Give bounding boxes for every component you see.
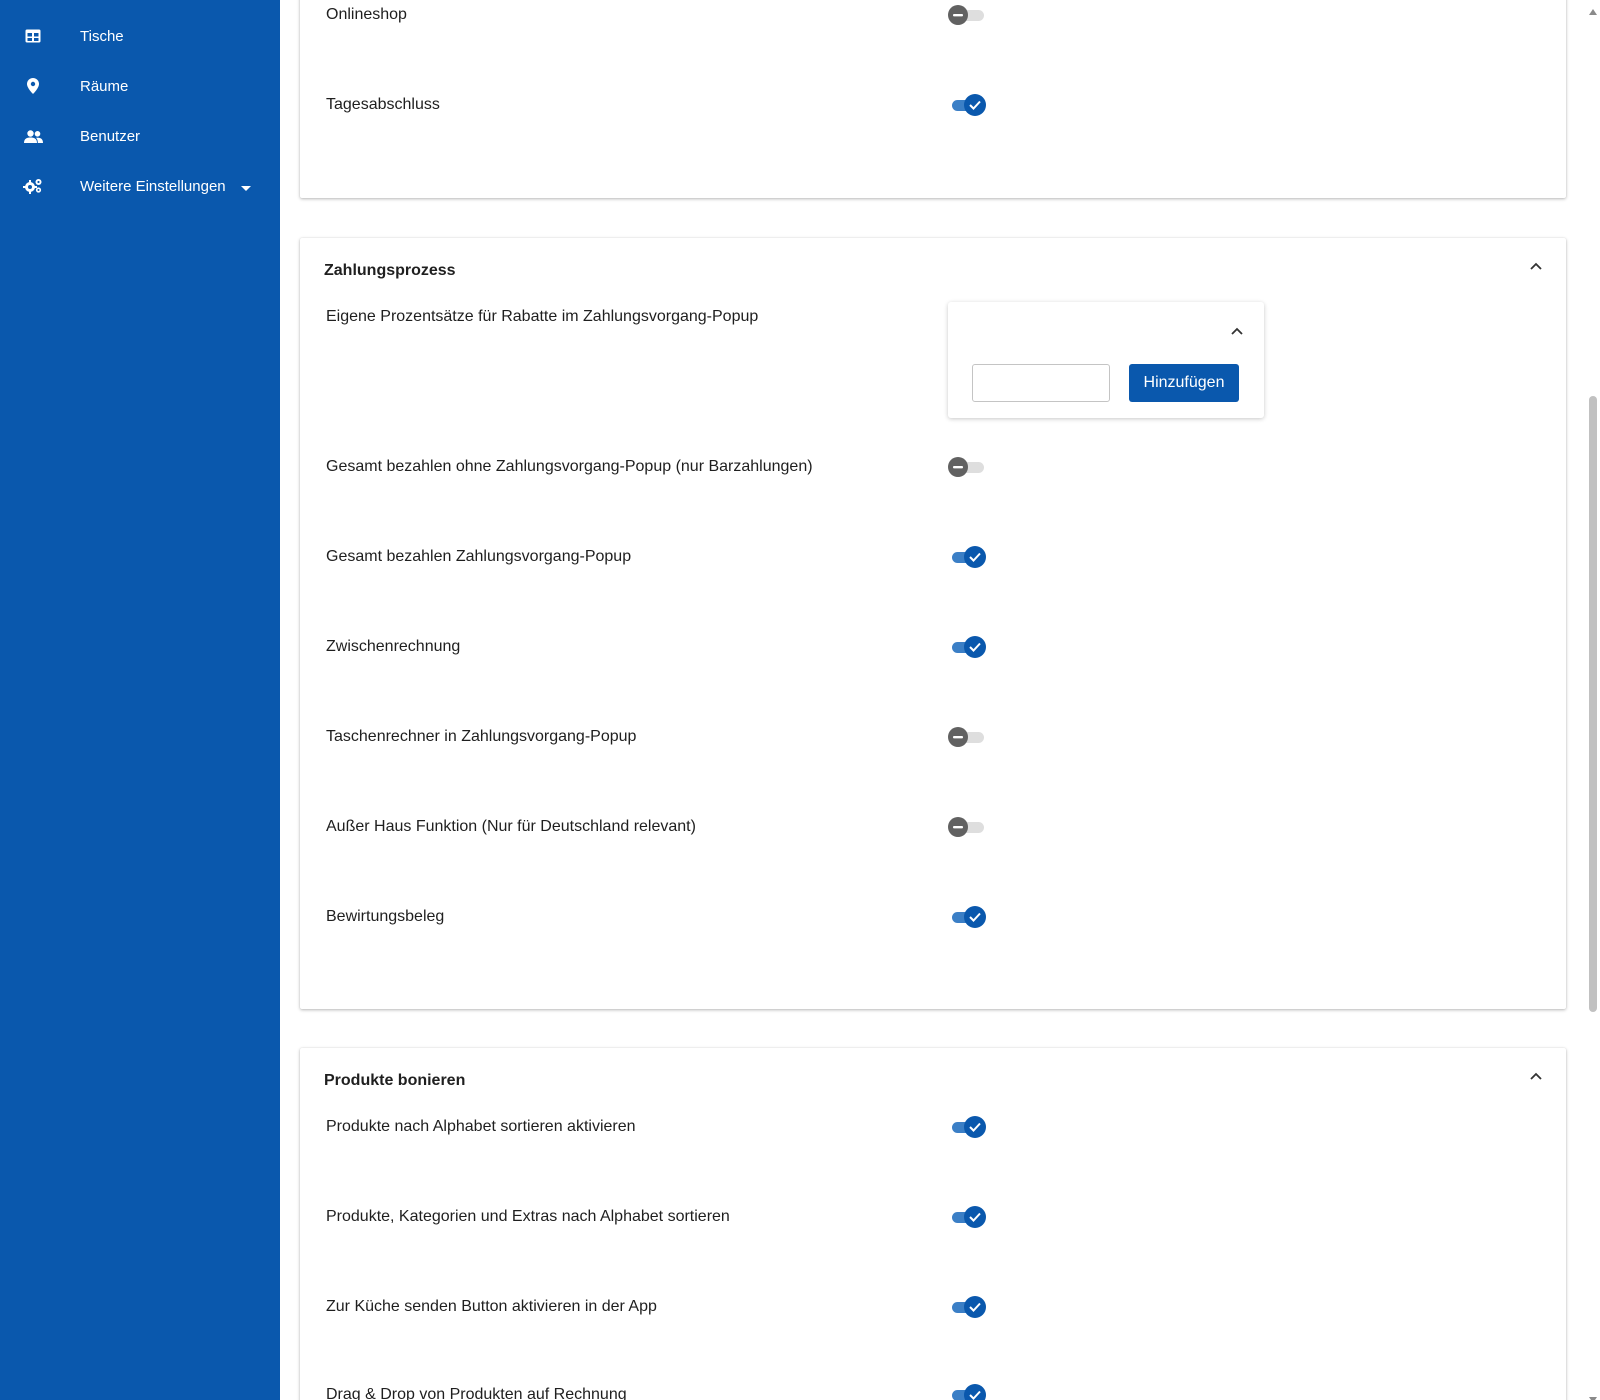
setting-label: Drag & Drop von Produkten auf Rechnung [326, 1386, 627, 1400]
checkmark-icon [964, 94, 986, 116]
discount-percentage-input[interactable] [972, 364, 1110, 402]
toggle-tagesabschluss[interactable] [948, 94, 986, 116]
settings-card-payment: Zahlungsprozess Eigene Prozentsätze für … [300, 238, 1566, 1009]
users-icon [22, 125, 44, 147]
toggle-send-to-kitchen[interactable] [948, 1296, 986, 1318]
toggle-sort-all-alpha[interactable] [948, 1206, 986, 1228]
checkmark-icon [964, 1296, 986, 1318]
toggle-take-away[interactable] [948, 816, 986, 838]
toggle-off-icon [948, 5, 968, 25]
setting-label: Produkte nach Alphabet sortieren aktivie… [326, 1118, 636, 1135]
toggle-off-icon [948, 727, 968, 747]
toggle-hospitality-receipt[interactable] [948, 906, 986, 928]
sidebar-item-label: Weitere Einstellungen [80, 177, 226, 195]
collapse-chevron-up-icon[interactable] [1526, 1066, 1546, 1086]
toggle-pay-without-popup[interactable] [948, 456, 986, 478]
checkmark-icon [964, 636, 986, 658]
setting-label: Bewirtungsbeleg [326, 908, 445, 925]
collapse-chevron-up-icon[interactable] [1526, 256, 1546, 276]
settings-card-products: Produkte bonieren Produkte nach Alphabet… [300, 1048, 1566, 1400]
section-title: Produkte bonieren [324, 1072, 466, 1089]
vertical-scrollbar[interactable] [1586, 0, 1600, 1400]
checkmark-icon [964, 1384, 986, 1400]
sidebar-item-tische[interactable]: Tische [0, 16, 280, 56]
caret-down-icon [240, 180, 252, 197]
sidebar: Tische Räume Benutzer Weitere Einstellun… [0, 0, 280, 1400]
checkmark-icon [964, 906, 986, 928]
toggle-off-icon [948, 817, 968, 837]
setting-label: Onlineshop [326, 6, 407, 23]
sidebar-item-label: Benutzer [80, 127, 141, 145]
setting-label: Außer Haus Funktion (Nur für Deutschland… [326, 818, 696, 835]
sidebar-item-benutzer[interactable]: Benutzer [0, 116, 280, 156]
sidebar-item-label: Tische [80, 27, 124, 45]
location-pin-icon [22, 75, 44, 97]
add-discount-button[interactable]: Hinzufügen [1129, 364, 1239, 402]
checkmark-icon [964, 1116, 986, 1138]
setting-label: Produkte, Kategorien und Extras nach Alp… [326, 1208, 730, 1225]
checkmark-icon [964, 546, 986, 568]
setting-label: Zwischenrechnung [326, 638, 461, 655]
collapse-chevron-up-icon[interactable] [1228, 322, 1246, 340]
checkmark-icon [964, 1206, 986, 1228]
toggle-off-icon [948, 457, 968, 477]
section-title: Zahlungsprozess [324, 262, 456, 279]
setting-label: Gesamt bezahlen Zahlungsvorgang-Popup [326, 548, 632, 565]
toggle-calculator-popup[interactable] [948, 726, 986, 748]
gears-icon [22, 175, 44, 197]
main-content: Onlineshop Tagesabschluss Zahlungsprozes… [280, 0, 1600, 1400]
setting-label: Tagesabschluss [326, 96, 440, 113]
toggle-pay-popup[interactable] [948, 546, 986, 568]
setting-label: Eigene Prozentsätze für Rabatte im Zahlu… [326, 308, 759, 325]
toggle-interim-bill[interactable] [948, 636, 986, 658]
toggle-onlineshop[interactable] [948, 4, 986, 26]
setting-label: Gesamt bezahlen ohne Zahlungsvorgang-Pop… [326, 458, 813, 475]
toggle-drag-drop[interactable] [948, 1384, 986, 1400]
table-icon [22, 25, 44, 47]
scroll-up-arrow-icon[interactable] [1589, 2, 1597, 15]
sidebar-item-weitere-einstellungen[interactable]: Weitere Einstellungen [0, 166, 280, 206]
scroll-down-arrow-icon[interactable] [1589, 1390, 1597, 1400]
scrollbar-thumb[interactable] [1589, 396, 1597, 1012]
toggle-sort-products-alpha[interactable] [948, 1116, 986, 1138]
sidebar-item-raeume[interactable]: Räume [0, 66, 280, 106]
sidebar-item-label: Räume [80, 77, 129, 95]
discount-percentages-panel: Hinzufügen [948, 302, 1264, 418]
setting-label: Zur Küche senden Button aktivieren in de… [326, 1298, 657, 1315]
settings-card-general: Onlineshop Tagesabschluss [300, 0, 1566, 198]
setting-label: Taschenrechner in Zahlungsvorgang-Popup [326, 728, 637, 745]
